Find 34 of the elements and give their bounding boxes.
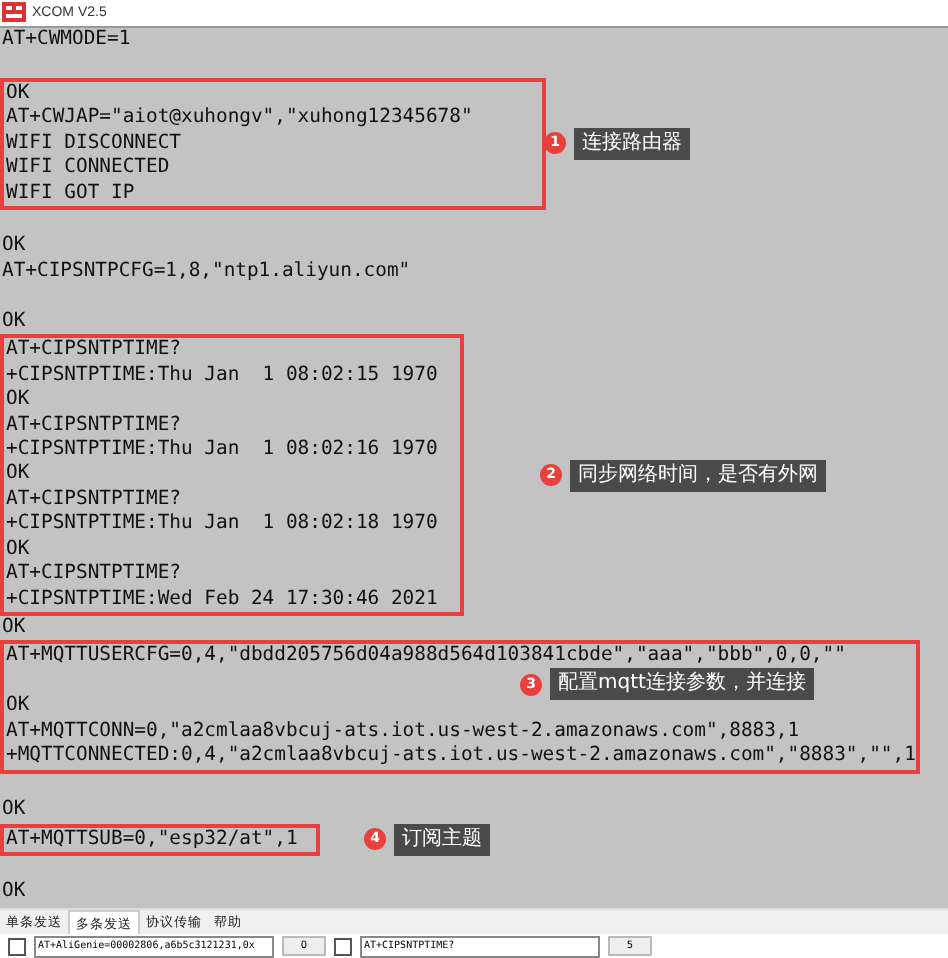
terminal-line: OK — [4, 537, 30, 563]
terminal-line: +CIPSNTPTIME:Thu Jan 1 08:02:15 1970 — [4, 363, 438, 389]
annotation-tooltip: 订阅主题 — [394, 823, 490, 856]
annotation-tooltip: 连接路由器 — [574, 127, 690, 160]
terminal-line: WIFI DISCONNECT — [4, 131, 181, 157]
terminal-line: OK — [4, 81, 30, 107]
terminal-line: OK — [0, 798, 26, 824]
terminal-line: OK — [0, 234, 26, 260]
terminal-line: AT+MQTTUSERCFG=0,4,"dbdd205756d04a988d564d103841cbde","aaa","bbb",0,0,"" — [4, 644, 846, 670]
terminal-line: WIFI CONNECTED — [4, 156, 170, 182]
terminal-line: +MQTTCONNECTED:0,4,"a2cmlaa8vbcuj-ats.iot.us-west-2.amazonaws.com","8883","",1 — [4, 744, 916, 770]
annotation-tooltip: 同步网络时间，是否有外网 — [570, 459, 826, 492]
terminal-line: AT+CIPSNTPTIME? — [4, 562, 181, 588]
terminal-line: AT+CIPSNTPCFG=1,8,"ntp1.aliyun.com" — [0, 259, 411, 285]
terminal-line: OK — [4, 462, 30, 488]
terminal-line: AT+CWMODE=1 — [0, 27, 131, 53]
annotation-tooltip: 配置mqtt连接参数，并连接 — [550, 668, 814, 701]
terminal-line: AT+MQTTCONN=0,"a2cmlaa8vbcuj-ats.iot.us-west-2.amazonaws.com",8883,1 — [4, 719, 800, 745]
terminal-line: AT+MQTTSUB=0,"esp32/at",1 — [4, 827, 298, 852]
terminal-line: AT+CIPSNTPTIME? — [4, 338, 181, 364]
terminal-line: OK — [4, 388, 30, 414]
terminal-line: OK — [0, 309, 26, 335]
checkbox[interactable] — [334, 937, 352, 955]
terminal-line: AT+CIPSNTPTIME? — [4, 413, 181, 438]
terminal-line: OK — [0, 616, 26, 641]
checkbox[interactable] — [8, 937, 26, 955]
terminal-line: OK — [4, 694, 30, 720]
terminal-line: WIFI GOT IP — [4, 181, 135, 207]
terminal-line: OK — [0, 880, 26, 906]
terminal-line: +CIPSNTPTIME:Thu Jan 1 08:02:16 1970 — [4, 437, 438, 463]
terminal-line: +CIPSNTPTIME:Thu Jan 1 08:02:18 1970 — [4, 512, 438, 538]
terminal-line: AT+CIPSNTPTIME? — [4, 487, 181, 513]
terminal-line: AT+CWJAP="aiot@xuhongv","xuhong12345678" — [4, 106, 473, 132]
terminal-line: +CIPSNTPTIME:Wed Feb 24 17:30:46 2021 — [4, 587, 438, 613]
